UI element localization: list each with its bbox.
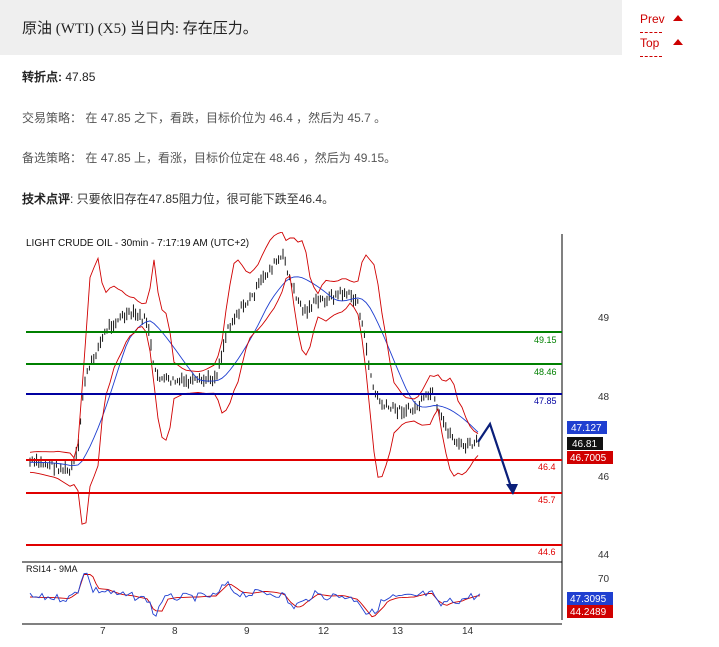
level-label-44-6: 44.6 bbox=[538, 547, 556, 557]
rsi-label: RSI14 - 9MA bbox=[26, 564, 78, 574]
price-tick-46: 46 bbox=[598, 472, 610, 483]
x-tick-9: 9 bbox=[244, 626, 250, 637]
band-badge-value: 46.7005 bbox=[570, 453, 607, 464]
x-tick-7: 7 bbox=[100, 626, 106, 637]
strategy-line: 交易策略： 在 47.85 之下，看跌，目标价位为 46.4 ，然后为 45.7… bbox=[22, 109, 386, 126]
x-tick-14: 14 bbox=[462, 626, 474, 637]
header-bar: 原油 (WTI) (X5) 当日内: 存在压力。 bbox=[0, 0, 622, 55]
level-label-46-4: 46.4 bbox=[538, 462, 556, 472]
rsi-red-badge-value: 44.2489 bbox=[570, 607, 607, 618]
price-tick-44: 44 bbox=[598, 550, 610, 561]
price-chart-svg: LIGHT CRUDE OIL - 30min - 7:17:19 AM (UT… bbox=[22, 231, 622, 640]
rsi-blue-badge-value: 47.3095 bbox=[570, 594, 607, 605]
x-tick-12: 12 bbox=[318, 626, 330, 637]
arrow-up-icon bbox=[673, 15, 683, 21]
pivot-line: 转折点: 47.85 bbox=[22, 68, 95, 85]
page-title: 原油 (WTI) (X5) 当日内: 存在压力。 bbox=[22, 21, 258, 37]
prev-link[interactable]: Prev bbox=[640, 10, 665, 33]
ma-badge-value: 47.127 bbox=[571, 423, 602, 434]
arrow-up-icon bbox=[673, 39, 683, 45]
price-chart: LIGHT CRUDE OIL - 30min - 7:17:19 AM (UT… bbox=[22, 231, 622, 640]
x-tick-8: 8 bbox=[172, 626, 178, 637]
price-tick-49: 49 bbox=[598, 313, 610, 324]
page-nav: Prev Top bbox=[640, 10, 683, 57]
rsi-tick-70: 70 bbox=[598, 574, 610, 585]
level-label-45-7: 45.7 bbox=[538, 495, 556, 505]
level-label-47-85: 47.85 bbox=[534, 396, 557, 406]
chart-title: LIGHT CRUDE OIL - 30min - 7:17:19 AM (UT… bbox=[26, 238, 249, 249]
alt-strategy-label: 备选策略： bbox=[22, 151, 83, 165]
level-label-49-15: 49.15 bbox=[534, 335, 557, 345]
pivot-label: 转折点: bbox=[22, 70, 62, 84]
strategy-label: 交易策略： bbox=[22, 111, 83, 125]
price-badge-value: 46.81 bbox=[572, 439, 597, 450]
comment-text: : 只要依旧存在47.85阻力位，很可能下跌至46.4。 bbox=[70, 192, 335, 206]
x-tick-13: 13 bbox=[392, 626, 404, 637]
strategy-text: 在 47.85 之下，看跌，目标价位为 46.4 ，然后为 45.7 。 bbox=[85, 111, 387, 125]
pivot-value: 47.85 bbox=[65, 70, 96, 84]
comment-label: 技术点评 bbox=[22, 192, 71, 206]
alt-strategy-line: 备选策略： 在 47.85 上，看涨，目标价位定在 48.46 ，然后为 49.… bbox=[22, 149, 396, 166]
comment-line: 技术点评: 只要依旧存在47.85阻力位，很可能下跌至46.4。 bbox=[22, 190, 334, 207]
price-tick-48: 48 bbox=[598, 392, 610, 403]
top-link[interactable]: Top bbox=[640, 34, 662, 57]
alt-strategy-text: 在 47.85 上，看涨，目标价位定在 48.46 ，然后为 49.15。 bbox=[85, 151, 397, 165]
level-label-48-46: 48.46 bbox=[534, 367, 557, 377]
